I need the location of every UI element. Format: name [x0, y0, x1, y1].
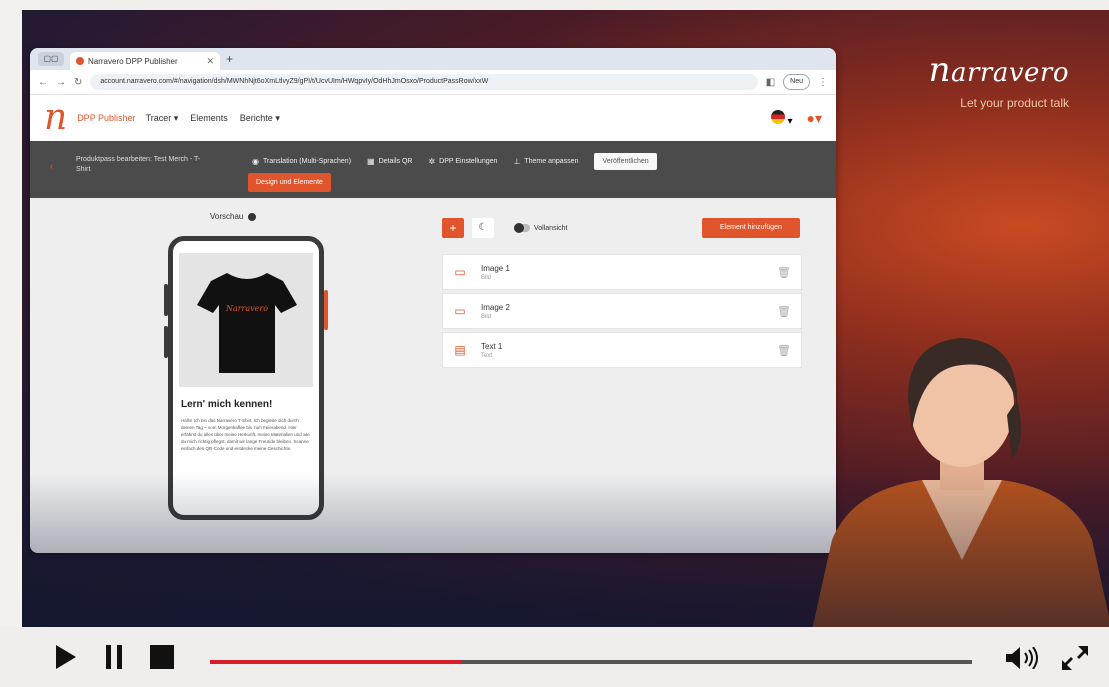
language-selector[interactable]: ▾ [770, 109, 793, 127]
brand-tagline: Let your product talk [960, 96, 1069, 110]
list-item[interactable]: ▤ Text 1 Text 🗑 [442, 332, 802, 368]
dark-mode-icon[interactable]: ☾ [472, 218, 494, 238]
trash-icon[interactable]: 🗑 [777, 266, 791, 279]
phone-preview[interactable]: Narravero Lern' mich kennen! Hallo! Ich … [168, 236, 324, 520]
add-icon-button[interactable]: + [442, 218, 464, 238]
toolbar-settings[interactable]: ✲ DPP Einstellungen [428, 157, 497, 166]
profile-button[interactable]: Neu [783, 74, 810, 90]
address-bar: ← → ↻ account.narravero.com/#/navigation… [30, 70, 836, 95]
play-icon[interactable] [54, 645, 78, 669]
preview-heading: Lern' mich kennen! [181, 399, 273, 410]
app-header: n DPP Publisher Tracer ▾ Elements Berich… [30, 95, 836, 141]
design-elements-tab[interactable]: Design und Elemente [248, 173, 331, 192]
product-image: Narravero [179, 253, 313, 387]
menu-elements[interactable]: Elements [190, 113, 228, 123]
preview-body: Hallo! Ich bin das Narravero T-Shirt. Ic… [181, 418, 310, 451]
pause-icon[interactable] [104, 645, 124, 669]
progress-fill [210, 660, 462, 664]
publish-button[interactable]: Veröffentlichen [594, 153, 657, 170]
browser-tab[interactable]: Narravero DPP Publisher ✕ [70, 52, 220, 70]
phone-side-button [324, 290, 328, 330]
tab-group-icon[interactable]: ▢▢ [38, 52, 64, 66]
browser-window: ▢▢ Narravero DPP Publisher ✕ + ← → ↻ acc… [30, 48, 836, 553]
preview-dot-icon [248, 212, 257, 221]
menu-tracer[interactable]: Tracer ▾ [146, 113, 179, 124]
flag-de-icon [770, 109, 785, 124]
user-menu-icon[interactable]: ●▾ [807, 110, 822, 127]
qr-icon: ▦ [367, 157, 375, 166]
stop-icon[interactable] [150, 645, 174, 669]
gear-icon: ✲ [428, 157, 436, 166]
new-tab-icon[interactable]: + [226, 52, 233, 66]
add-element-button[interactable]: Element hinzufügen [702, 218, 800, 238]
menu-berichte[interactable]: Berichte ▾ [240, 113, 280, 124]
extension-icon[interactable]: ◧ [766, 77, 775, 88]
element-list: ▭ Image 1 Bild 🗑 ▭ Image 2 Bild 🗑 ▤ Text 1… [442, 254, 802, 371]
brand-logo: narravero [928, 50, 1069, 90]
url-field[interactable]: account.narravero.com/#/navigation/dsh/M… [90, 74, 758, 90]
trash-icon[interactable]: 🗑 [777, 344, 791, 357]
app-logo-icon[interactable]: n [44, 100, 67, 136]
video-frame[interactable]: narravero Let your product talk ▢▢ Narra… [22, 10, 1109, 627]
presenter-webcam [812, 338, 1109, 627]
fullscreen-icon[interactable] [1060, 644, 1090, 672]
app-name: DPP Publisher [77, 113, 136, 123]
progress-bar[interactable] [210, 660, 972, 664]
toggle-switch [514, 223, 530, 233]
image-icon: ▭ [454, 304, 466, 318]
full-view-toggle[interactable]: Vollansicht [514, 223, 567, 233]
toolbar-translation[interactable]: ◉ Translation (Multi-Sprachen) [252, 157, 351, 166]
back-icon[interactable]: ← [38, 77, 48, 88]
image-icon: ▭ [454, 265, 466, 279]
tab-title: Narravero DPP Publisher [88, 56, 178, 66]
globe-icon: ◉ [252, 157, 259, 166]
passport-title: Produktpass bearbeiten: Test Merch - T-S… [76, 156, 201, 173]
theme-icon: ⊥ [513, 157, 521, 166]
player-controls [0, 627, 1109, 687]
favicon-icon [76, 57, 84, 65]
svg-text:Narravero: Narravero [225, 304, 268, 313]
tshirt-icon: Narravero [197, 273, 297, 373]
close-tab-icon[interactable]: ✕ [206, 56, 214, 67]
preview-label: Vorschau [210, 212, 257, 221]
toolbar-qr[interactable]: ▦ Details QR [367, 157, 412, 166]
reload-icon[interactable]: ↻ [74, 77, 82, 88]
trash-icon[interactable]: 🗑 [777, 305, 791, 318]
back-arrow-icon[interactable]: ‹ [50, 161, 53, 172]
text-icon: ▤ [454, 343, 466, 357]
list-item[interactable]: ▭ Image 1 Bild 🗑 [442, 254, 802, 290]
tab-bar: ▢▢ Narravero DPP Publisher ✕ + [30, 48, 836, 70]
forward-icon[interactable]: → [56, 77, 66, 88]
list-item[interactable]: ▭ Image 2 Bild 🗑 [442, 293, 802, 329]
volume-icon[interactable] [1006, 647, 1042, 669]
toolbar-theme[interactable]: ⊥ Theme anpassen [513, 157, 578, 166]
browser-menu-icon[interactable]: ⋮ [818, 77, 828, 88]
editor-toolbar: ‹ Produktpass bearbeiten: Test Merch - T… [30, 141, 836, 199]
editor-content: Vorschau Narravero Lern' mich kennen! Ha… [30, 198, 836, 553]
brand-block: narravero Let your product talk [929, 50, 1069, 110]
